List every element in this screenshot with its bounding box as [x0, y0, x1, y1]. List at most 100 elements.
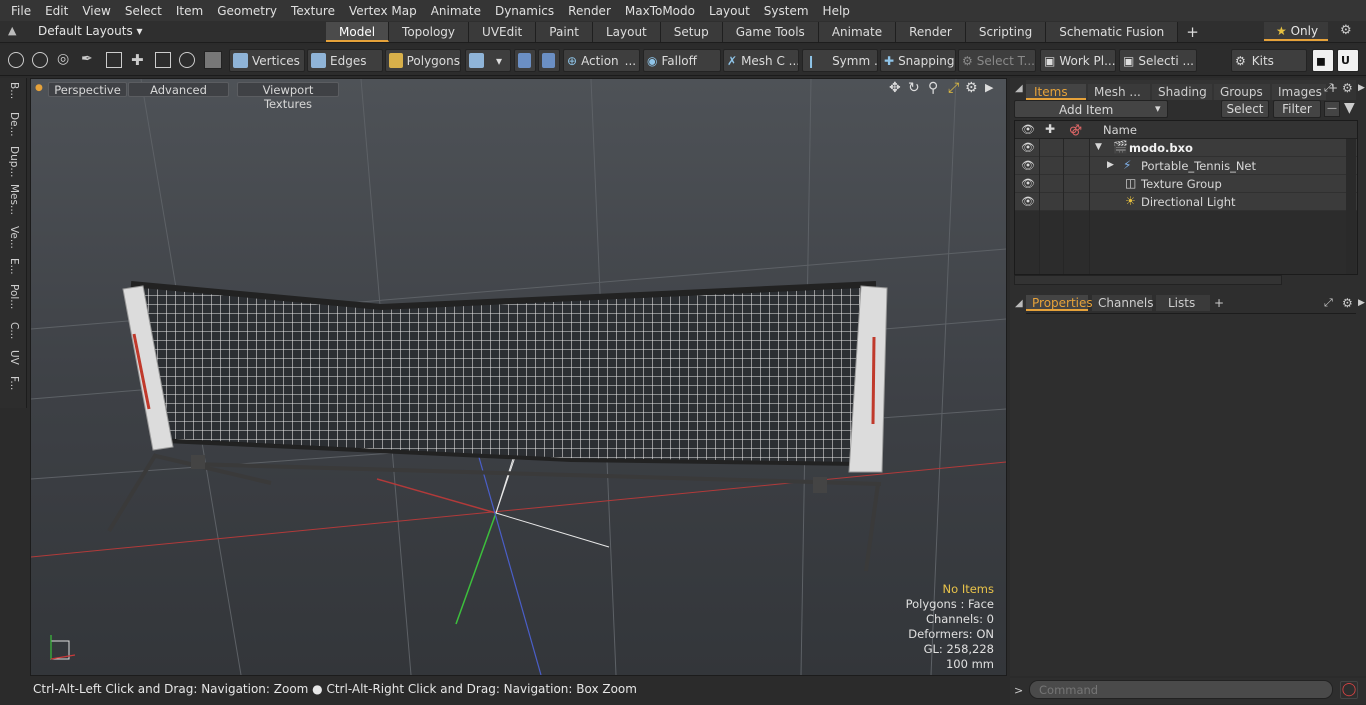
menu-vertex-map[interactable]: Vertex Map — [342, 4, 424, 18]
axis-column-icon[interactable]: ⚣ — [1069, 122, 1082, 136]
menu-file[interactable]: File — [4, 4, 38, 18]
tab-items[interactable]: Items — [1026, 84, 1086, 100]
list-item[interactable]: 👁 ☀ Directional Light — [1015, 193, 1357, 211]
expand-arrow-icon[interactable]: ▼ — [1095, 142, 1102, 152]
layers-icon[interactable] — [106, 52, 122, 68]
tab-render[interactable]: Render — [896, 22, 966, 42]
unity-icon[interactable]: ◼ — [1312, 49, 1334, 72]
expand-arrow-icon[interactable]: ▶ — [1107, 160, 1114, 170]
menu-system[interactable]: System — [757, 4, 816, 18]
menu-maxtomodo[interactable]: MaxToModo — [618, 4, 702, 18]
viewport-dot-icon[interactable]: ● — [35, 83, 43, 93]
component-mode-button[interactable] — [538, 49, 560, 72]
tab-game-tools[interactable]: Game Tools — [722, 22, 819, 42]
maximize-view-icon[interactable]: ⤢ — [948, 80, 959, 96]
list-horizontal-scrollbar[interactable] — [1014, 275, 1282, 285]
eye-icon[interactable]: 👁 — [1021, 177, 1035, 190]
menu-dynamics[interactable]: Dynamics — [488, 4, 561, 18]
only-toggle[interactable]: ★ Only — [1264, 22, 1328, 41]
tab-model[interactable]: Model — [326, 22, 390, 42]
tab-schematic-fusion[interactable]: Schematic Fusion — [1046, 22, 1179, 42]
filter-button[interactable]: Filter — [1273, 100, 1321, 118]
add-tab-button[interactable]: + — [1178, 22, 1207, 42]
tab-topology[interactable]: Topology — [389, 22, 470, 42]
work-plane-button[interactable]: ▣ Work Pl... — [1040, 49, 1116, 72]
properties-arrow-icon[interactable]: ▶ — [1358, 298, 1365, 308]
crosshair-icon[interactable]: ✚ — [131, 51, 144, 69]
symmetry-button[interactable]: ❙Symm ... — [802, 49, 878, 72]
expand-panel-icon[interactable]: ⤢ — [1324, 81, 1333, 95]
snapping-button[interactable]: ✚ Snapping — [880, 49, 956, 72]
item-mode-dropdown[interactable]: ▾ — [465, 49, 511, 72]
advanced-button[interactable]: Advanced — [128, 82, 229, 97]
polygons-button[interactable]: Polygons — [385, 49, 461, 72]
solid-shade-icon[interactable] — [204, 51, 222, 69]
zoom-view-icon[interactable]: ⚲ — [928, 80, 938, 96]
left-tab-curve[interactable]: C... — [4, 322, 23, 339]
menu-geometry[interactable]: Geometry — [210, 4, 284, 18]
unreal-icon[interactable]: U — [1337, 49, 1359, 72]
tab-mesh[interactable]: Mesh ... — [1088, 84, 1150, 100]
frame-icon[interactable] — [155, 52, 171, 68]
tab-images[interactable]: Images — [1272, 84, 1326, 100]
circle-select-icon[interactable] — [8, 52, 24, 68]
left-tab-basic[interactable]: B... — [4, 82, 23, 99]
tab-channels[interactable]: Channels — [1092, 295, 1154, 311]
collapse-all-icon[interactable]: — — [1324, 101, 1340, 117]
items-gear-icon[interactable]: ⚙ — [1342, 81, 1353, 95]
kits-button[interactable]: ⚙ Kits — [1231, 49, 1307, 72]
list-item[interactable]: 👁 ▶ ⚡ Portable_Tennis_Net — [1015, 157, 1357, 175]
move-view-icon[interactable]: ✥ — [889, 80, 901, 96]
symmetry-mode-button[interactable] — [514, 49, 536, 72]
tab-groups[interactable]: Groups — [1214, 84, 1270, 100]
properties-panel-collapse-icon[interactable]: ◢ — [1015, 298, 1023, 309]
properties-gear-icon[interactable]: ⚙ — [1342, 296, 1353, 310]
command-input[interactable] — [1029, 680, 1333, 699]
left-tab-deform[interactable]: De... — [4, 112, 23, 137]
items-panel-collapse-icon[interactable]: ◢ — [1015, 83, 1023, 94]
viewport-menu-arrow-icon[interactable]: ▶ — [985, 81, 993, 94]
menu-edit[interactable]: Edit — [38, 4, 75, 18]
3d-viewport[interactable]: ● Perspective Advanced Viewport Textures… — [30, 78, 1007, 676]
tab-properties[interactable]: Properties — [1026, 295, 1093, 311]
gear-icon[interactable]: ⚙ — [1340, 23, 1352, 38]
left-tab-mesh[interactable]: Mes... — [4, 184, 23, 215]
menu-help[interactable]: Help — [816, 4, 857, 18]
list-scrollbar[interactable] — [1346, 139, 1356, 274]
lock-column-icon[interactable]: ✚ — [1045, 122, 1055, 136]
menu-layout[interactable]: Layout — [702, 4, 757, 18]
eye-icon[interactable]: 👁 — [1021, 141, 1035, 154]
layout-selector[interactable]: Default Layouts ▾ — [38, 24, 143, 38]
menu-select[interactable]: Select — [118, 4, 169, 18]
add-item-dropdown[interactable]: Add Item ▾ — [1014, 100, 1168, 118]
left-tab-uv[interactable]: UV — [4, 350, 23, 365]
eye-icon[interactable]: 👁 — [1021, 195, 1035, 208]
eye-icon[interactable]: 👁 — [1021, 159, 1035, 172]
left-tab-vertex[interactable]: Ve... — [4, 226, 23, 249]
menu-view[interactable]: View — [75, 4, 117, 18]
select-through-button[interactable]: ⚙ Select T... — [958, 49, 1036, 72]
name-column-header[interactable]: Name — [1103, 123, 1137, 137]
viewport-textures-button[interactable]: Viewport Textures — [237, 82, 339, 111]
tab-paint[interactable]: Paint — [536, 22, 593, 42]
edges-button[interactable]: Edges — [307, 49, 383, 72]
menu-item[interactable]: Item — [169, 4, 210, 18]
left-tab-fusion[interactable]: F... — [4, 376, 23, 390]
eye-column-icon[interactable]: 👁 — [1021, 123, 1035, 136]
brush-icon[interactable]: ✒ — [81, 51, 93, 67]
viewport-gear-icon[interactable]: ⚙ — [965, 80, 978, 96]
globe-icon[interactable] — [32, 52, 48, 68]
list-item[interactable]: 👁 ◫ Texture Group — [1015, 175, 1357, 193]
list-item[interactable]: 👁 ▼ 🎬 modo.bxo — [1015, 139, 1357, 157]
menu-animate[interactable]: Animate — [424, 4, 488, 18]
collapse-arrow-icon[interactable]: ▲ — [8, 24, 16, 37]
tab-uvedit[interactable]: UVEdit — [469, 22, 537, 42]
items-panel-arrow-icon[interactable]: ▶ — [1358, 83, 1365, 93]
tab-scripting[interactable]: Scripting — [965, 22, 1047, 42]
expand-properties-icon[interactable]: ⤢ — [1324, 296, 1333, 310]
pin-icon[interactable]: ◎ — [57, 51, 69, 67]
tab-setup[interactable]: Setup — [660, 22, 723, 42]
menu-render[interactable]: Render — [561, 4, 618, 18]
vertices-button[interactable]: Vertices — [229, 49, 305, 72]
perspective-button[interactable]: Perspective — [48, 82, 127, 97]
